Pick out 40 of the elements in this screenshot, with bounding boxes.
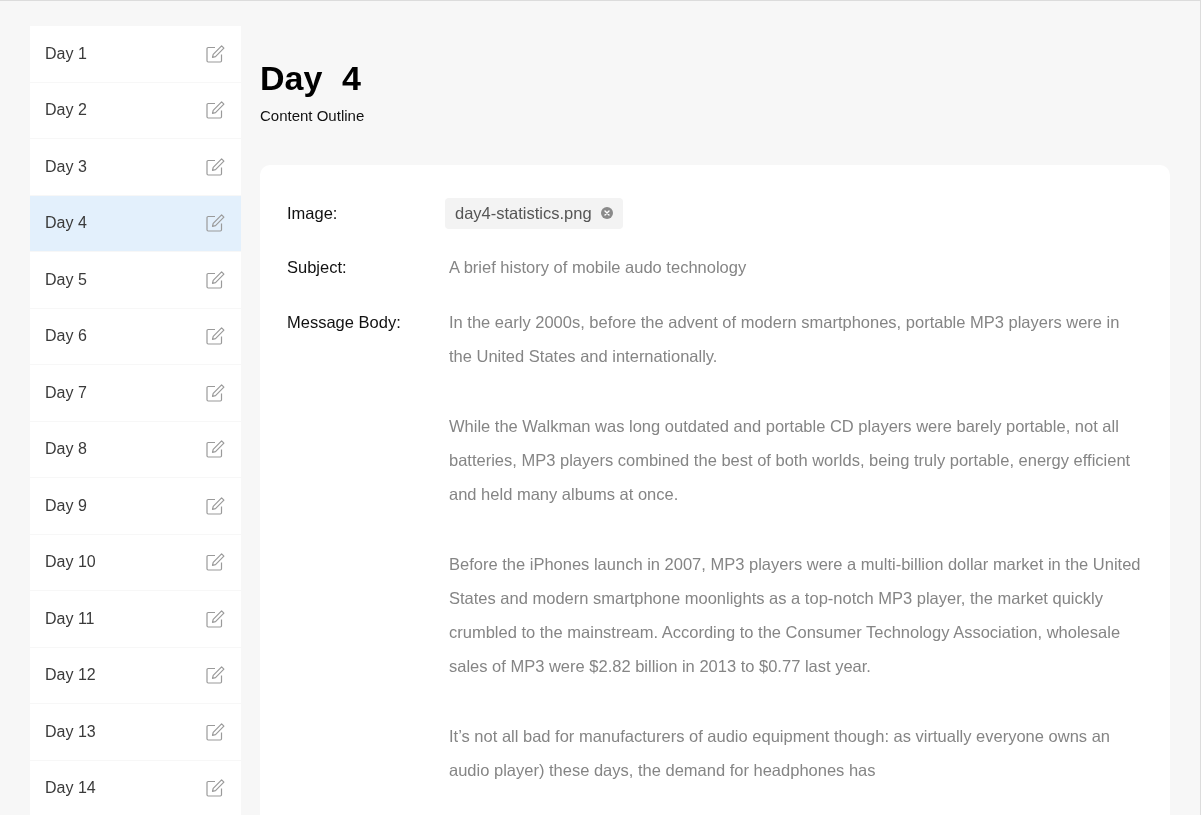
- edit-icon[interactable]: [206, 722, 225, 741]
- edit-icon[interactable]: [206, 44, 225, 63]
- sidebar-item[interactable]: Day 6: [30, 308, 241, 364]
- field-label: Image:: [287, 202, 339, 224]
- remove-icon[interactable]: [600, 207, 613, 220]
- edit-icon[interactable]: [206, 666, 225, 685]
- edit-icon[interactable]: [206, 101, 225, 120]
- file-chip[interactable]: day4-statistics.png: [445, 197, 623, 229]
- sidebar-item[interactable]: Day 10: [30, 534, 241, 590]
- body-paragraph: It’s not all bad for manufacturers of audio equipment though: as virtually everyone owns an audio player) these days, the demand for headphones has: [449, 725, 1111, 781]
- sidebar-item[interactable]: Day 4: [30, 195, 241, 251]
- sidebar-item[interactable]: Day 9: [30, 478, 241, 534]
- sidebar-item[interactable]: Day 14: [30, 760, 241, 815]
- sidebar-item[interactable]: Day 12: [30, 647, 241, 703]
- body-paragraph: Before the iPhones launch in 2007, MP3 players were a multi-billion dollar market in the United States and modern smartphone moonlights as a top-notch MP3 player, the market quickly crumbled to the mainstream. According to the Consumer Technology Association, wholesale sales of MP3 were $2.82 billion in 2013 to $0.77 last year.: [449, 553, 1142, 677]
- edit-icon[interactable]: [206, 496, 225, 515]
- field-label: Subject:: [287, 256, 348, 278]
- edit-icon[interactable]: [206, 270, 225, 289]
- body-paragraph: While the Walkman was long outdated and portable CD players were barely portable, not all batteries, MP3 players combined the best of both worlds, being truly portable, energy efficient and held many albums at once.: [449, 415, 1132, 505]
- field-label: Message Body:: [287, 311, 402, 333]
- edit-icon[interactable]: [206, 383, 225, 402]
- sidebar-item[interactable]: Day 3: [30, 139, 241, 195]
- edit-icon[interactable]: [206, 553, 225, 572]
- page-title: Day 4: [260, 58, 362, 99]
- edit-icon[interactable]: [206, 609, 225, 628]
- body-paragraph: In the early 2000s, before the advent of modern smartphones, portable MP3 players were in the United States and internationally.: [449, 311, 1121, 367]
- sidebar-item[interactable]: Day 5: [30, 252, 241, 308]
- edit-icon[interactable]: [206, 214, 225, 233]
- edit-icon[interactable]: [206, 327, 225, 346]
- edit-icon[interactable]: [206, 157, 225, 176]
- subject-text: A brief history of mobile audo technology: [449, 256, 748, 278]
- sidebar-item[interactable]: Day 1: [30, 26, 241, 82]
- sidebar-item[interactable]: Day 11: [30, 591, 241, 647]
- sidebar-item[interactable]: Day 7: [30, 365, 241, 421]
- edit-icon[interactable]: [206, 440, 225, 459]
- edit-icon[interactable]: [206, 779, 225, 798]
- sidebar-item[interactable]: Day 2: [30, 82, 241, 138]
- page-subtitle: Content Outline: [260, 106, 366, 125]
- sidebar-item[interactable]: Day 8: [30, 421, 241, 477]
- sidebar-item[interactable]: Day 13: [30, 704, 241, 760]
